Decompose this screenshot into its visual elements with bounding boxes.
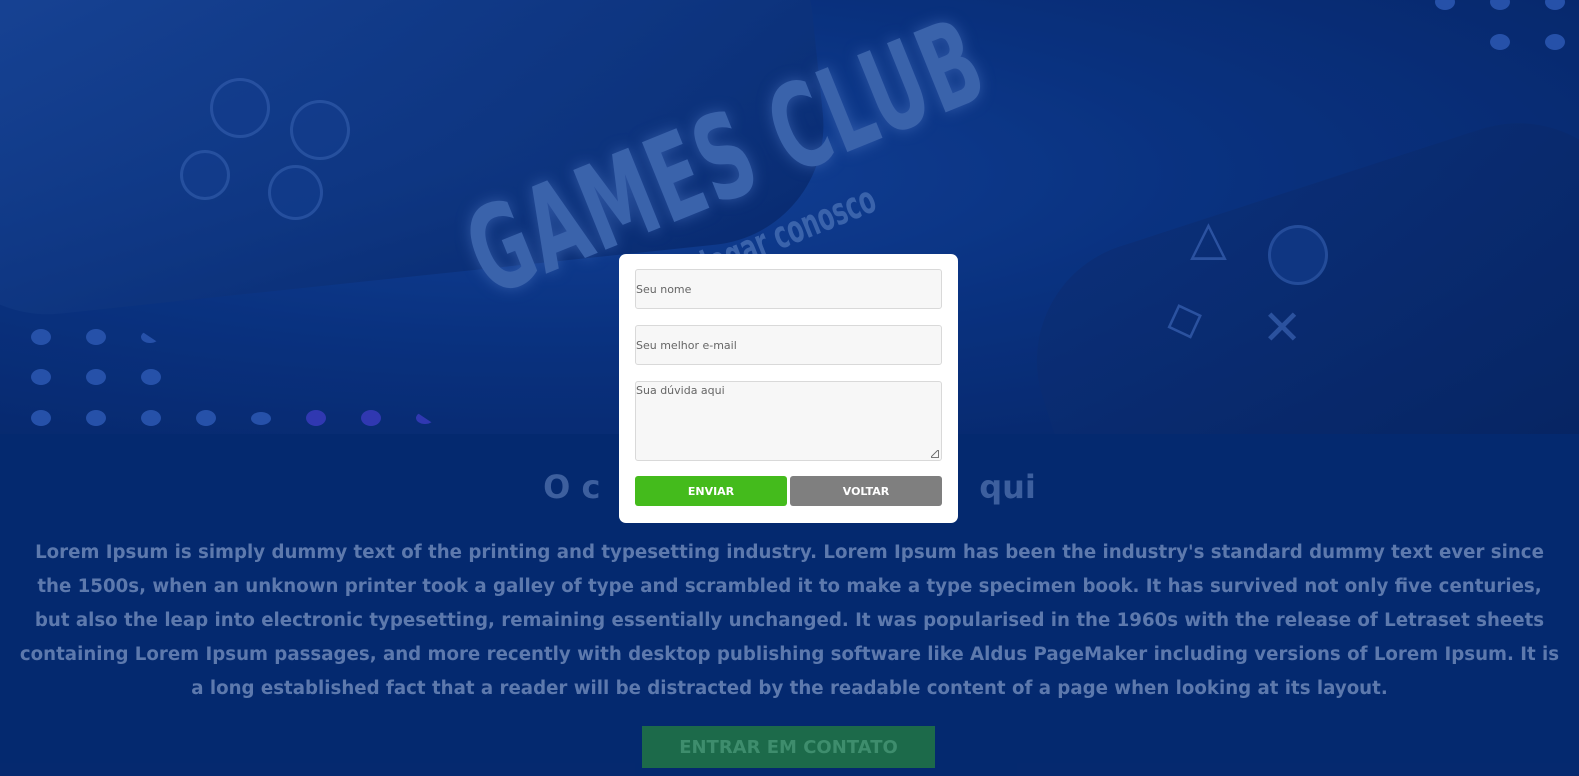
section-body-text: Lorem Ipsum is simply dummy text of the …: [19, 542, 1560, 699]
back-button[interactable]: VOLTAR: [790, 476, 942, 506]
resize-handle-icon[interactable]: [931, 450, 939, 458]
message-textarea[interactable]: Sua dúvida aqui: [635, 381, 942, 461]
name-placeholder: Seu nome: [636, 282, 692, 296]
email-placeholder: Seu melhor e-mail: [636, 338, 737, 352]
message-placeholder: Sua dúvida aqui: [636, 384, 725, 397]
email-input[interactable]: Seu melhor e-mail: [635, 325, 942, 365]
contact-cta-button[interactable]: ENTRAR EM CONTATO: [642, 726, 935, 768]
contact-modal: Seu nome Seu melhor e-mail Sua dúvida aq…: [619, 254, 958, 523]
name-input[interactable]: Seu nome: [635, 269, 942, 309]
send-button[interactable]: ENVIAR: [635, 476, 787, 506]
